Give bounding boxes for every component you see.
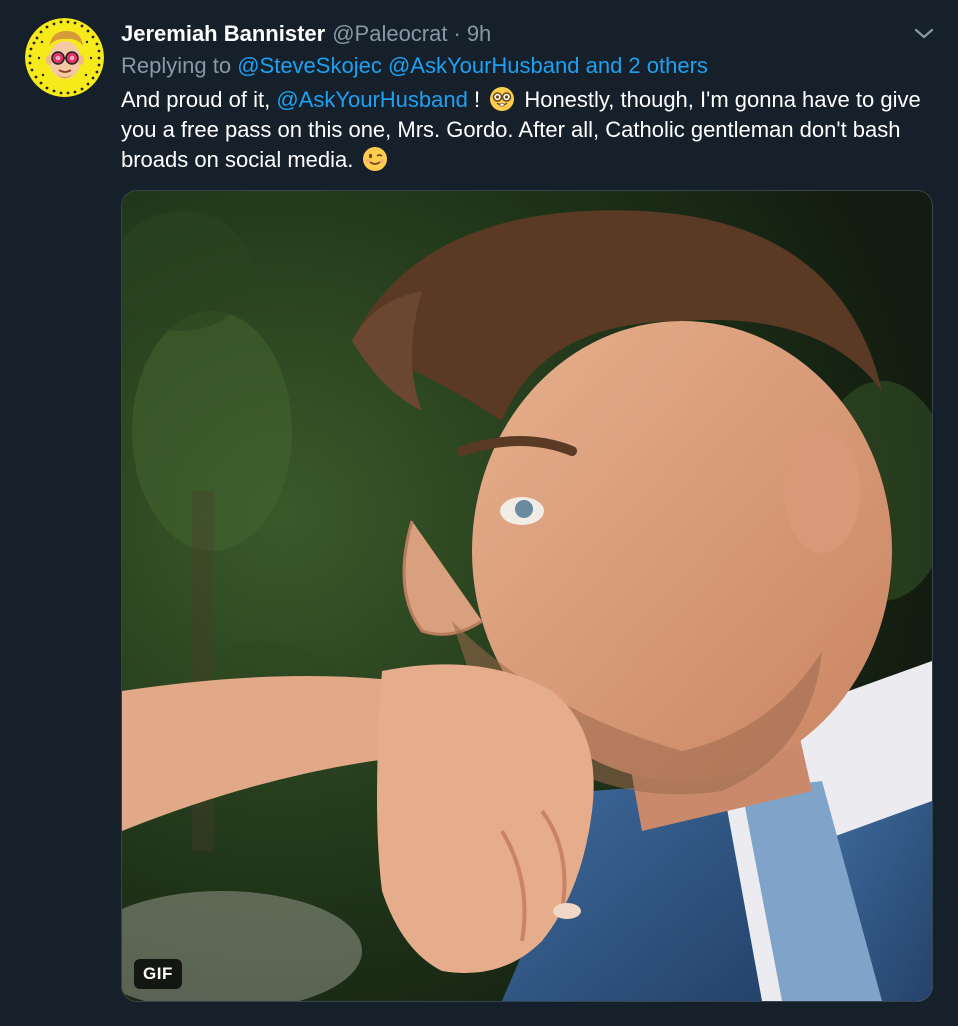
winking-face-emoji-icon xyxy=(362,146,388,172)
others-link[interactable]: and 2 others xyxy=(586,53,708,78)
gif-badge: GIF xyxy=(134,959,182,989)
gif-man-kissing-hand-icon xyxy=(122,191,932,1001)
tweet-text-part-1: And proud of it, xyxy=(121,87,277,112)
mention-link-1[interactable]: @SteveSkojec xyxy=(237,53,382,78)
user-handle[interactable]: @Paleocrat xyxy=(332,20,447,48)
timestamp[interactable]: 9h xyxy=(467,20,491,48)
display-name[interactable]: Jeremiah Bannister xyxy=(121,20,325,48)
inline-mention-link[interactable]: @AskYourHusband xyxy=(276,87,468,112)
tweet-header: Jeremiah Bannister @Paleocrat · 9h xyxy=(121,20,491,50)
avatar[interactable] xyxy=(25,18,104,97)
tweet-text-part-2: ! xyxy=(467,87,487,112)
separator-dot: · xyxy=(453,21,461,46)
chevron-down-icon[interactable] xyxy=(912,22,936,46)
nerd-face-emoji-icon xyxy=(489,86,515,112)
mention-link-2[interactable]: @AskYourHusband xyxy=(388,53,580,78)
tweet-text: And proud of it, @AskYourHusband ! Hones… xyxy=(121,85,936,175)
replying-to-line: Replying to @SteveSkojec @AskYourHusband… xyxy=(121,52,708,80)
cartoon-face-avatar-icon xyxy=(25,18,104,97)
tweet-card[interactable]: Jeremiah Bannister @Paleocrat · 9h Reply… xyxy=(0,0,958,1026)
replying-to-label: Replying to xyxy=(121,53,232,78)
gif-media[interactable]: GIF xyxy=(121,190,933,1002)
